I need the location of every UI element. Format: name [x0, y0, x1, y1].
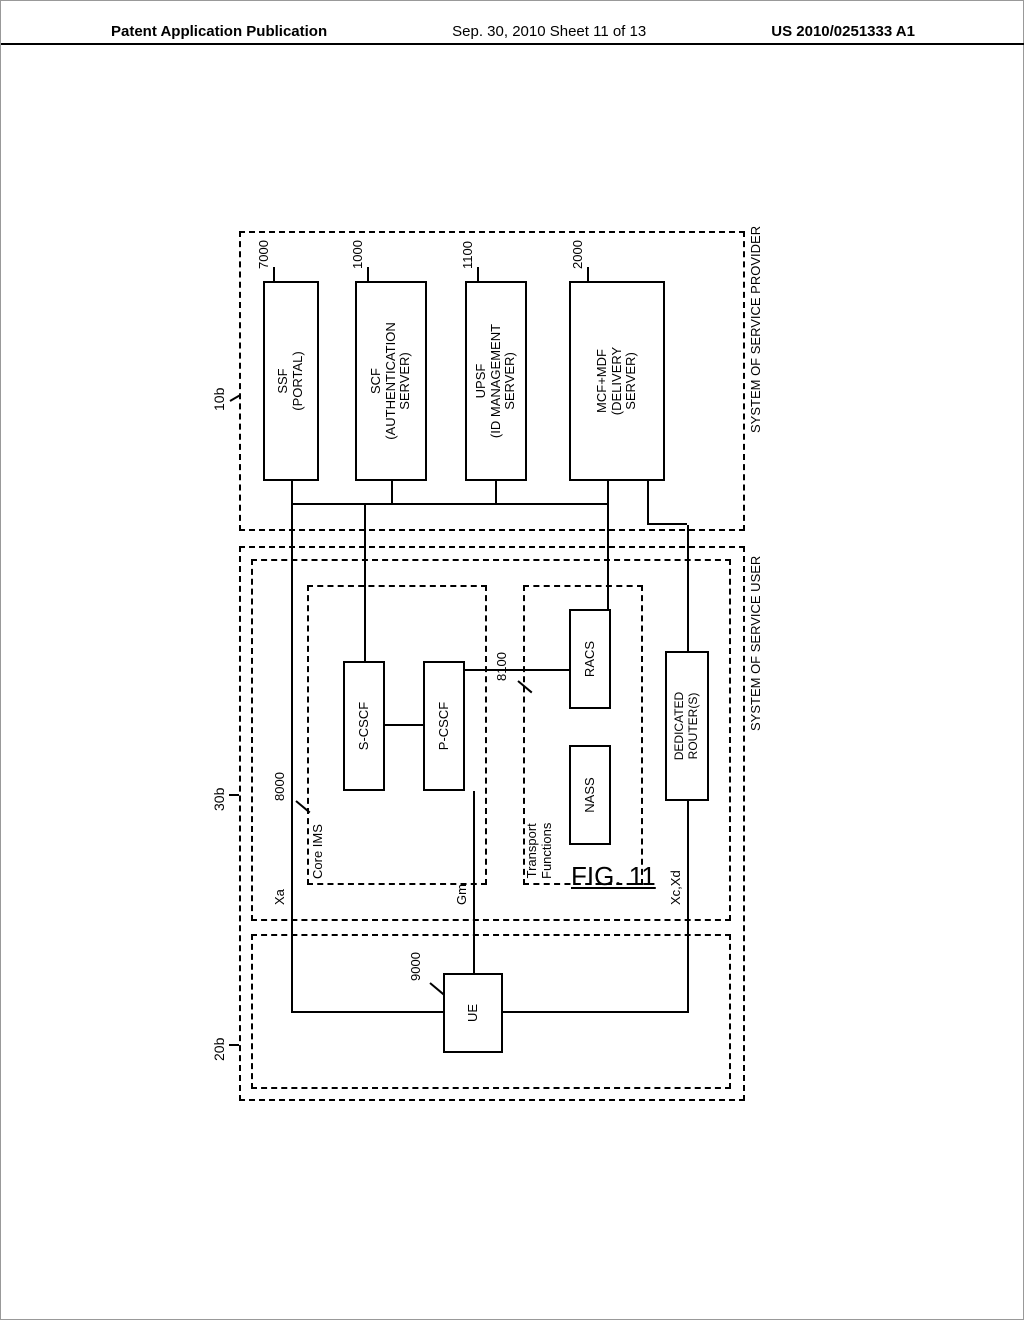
label-mcf-mdf: MCF+MDF (DELIVERY SERVER)	[595, 347, 640, 415]
iface-gm: Gm	[455, 884, 470, 905]
label-service-user-system: SYSTEM OF SERVICE USER	[749, 556, 764, 731]
block-upsf: UPSF (ID MANAGEMENT SERVER)	[465, 281, 527, 481]
block-p-cscf: P-CSCF	[423, 661, 465, 791]
header-patent-number: US 2010/0251333 A1	[771, 23, 915, 40]
ref-1100: 1100	[461, 241, 476, 269]
block-ue: UE	[443, 973, 503, 1053]
ref-30b: 30b	[211, 788, 227, 811]
block-s-cscf: S-CSCF	[343, 661, 385, 791]
block-racs: RACS	[569, 609, 611, 709]
label-racs: RACS	[583, 641, 598, 677]
label-dedicated-router: DEDICATED ROUTER(S)	[673, 692, 701, 760]
label-nass: NASS	[583, 777, 598, 812]
architecture-diagram: 20b 30b 10b SYSTEM OF SERVICE USER SYSTE…	[233, 221, 793, 1101]
label-transport-functions: Transport Functions	[525, 823, 555, 879]
header-publication-label: Patent Application Publication	[111, 23, 327, 40]
iface-xa: Xa	[273, 889, 288, 905]
block-scf: SCF (AUTHENTICATION SERVER)	[355, 281, 427, 481]
block-nass: NASS	[569, 745, 611, 845]
page-header: Patent Application Publication Sep. 30, …	[1, 43, 1024, 68]
label-p-cscf: P-CSCF	[437, 702, 452, 750]
ref-9000: 9000	[409, 952, 424, 981]
iface-xc-xd: Xc,Xd	[669, 870, 684, 905]
block-ssf: SSF (PORTAL)	[263, 281, 319, 481]
label-scf: SCF (AUTHENTICATION SERVER)	[369, 322, 414, 439]
page: Patent Application Publication Sep. 30, …	[0, 0, 1024, 1320]
label-ue: UE	[466, 1004, 481, 1022]
block-dedicated-router: DEDICATED ROUTER(S)	[665, 651, 709, 801]
label-ssf: SSF (PORTAL)	[276, 351, 306, 410]
ref-7000: 7000	[257, 240, 272, 269]
label-core-ims: Core IMS	[311, 824, 326, 879]
ref-2000: 2000	[571, 240, 586, 269]
ref-8100: 8100	[495, 652, 510, 681]
header-sheet-info: Sep. 30, 2010 Sheet 11 of 13	[452, 23, 646, 40]
ref-8000: 8000	[273, 772, 288, 801]
label-s-cscf: S-CSCF	[357, 702, 372, 750]
label-upsf: UPSF (ID MANAGEMENT SERVER)	[474, 324, 519, 438]
ref-1000: 1000	[351, 240, 366, 269]
label-service-provider-system: SYSTEM OF SERVICE PROVIDER	[749, 226, 764, 433]
block-mcf-mdf: MCF+MDF (DELIVERY SERVER)	[569, 281, 665, 481]
ref-10b: 10b	[211, 388, 227, 411]
ref-20b: 20b	[211, 1038, 227, 1061]
